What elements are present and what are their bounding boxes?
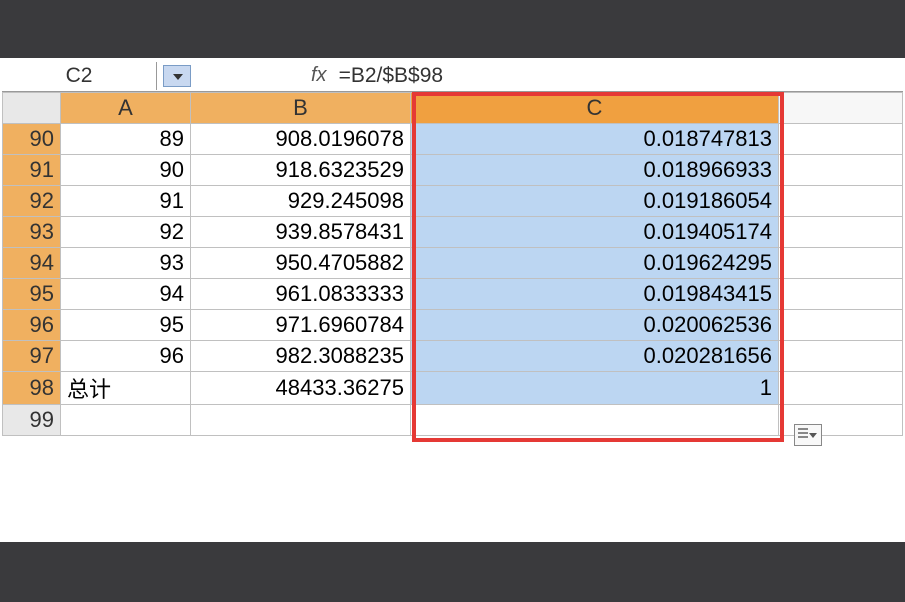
table-row[interactable]: 98 总计 48433.36275 1 (3, 372, 903, 405)
fx-icon[interactable]: fx (311, 64, 327, 87)
cell-C[interactable]: 0.019843415 (411, 279, 779, 310)
spreadsheet-grid[interactable]: A B C 90 89 908.0196078 0.018747813 91 9… (2, 92, 903, 436)
cell-B[interactable]: 929.245098 (191, 186, 411, 217)
row-header[interactable]: 90 (3, 124, 61, 155)
cell-A[interactable] (61, 405, 191, 436)
cell-B[interactable]: 939.8578431 (191, 217, 411, 248)
cell-B[interactable]: 950.4705882 (191, 248, 411, 279)
table-row[interactable]: 90 89 908.0196078 0.018747813 (3, 124, 903, 155)
titlebar-dark (0, 0, 905, 58)
cell-C[interactable]: 0.020281656 (411, 341, 779, 372)
formula-input[interactable] (337, 63, 903, 89)
statusbar-dark (0, 542, 905, 602)
cell-D[interactable] (779, 124, 903, 155)
cell-A[interactable]: 96 (61, 341, 191, 372)
cell-D[interactable] (779, 155, 903, 186)
cell-B[interactable]: 48433.36275 (191, 372, 411, 405)
cell-D[interactable] (779, 279, 903, 310)
col-header-C[interactable]: C (411, 93, 779, 124)
cell-C[interactable]: 0.020062536 (411, 310, 779, 341)
row-header[interactable]: 94 (3, 248, 61, 279)
cell-A[interactable]: 92 (61, 217, 191, 248)
table-row[interactable]: 93 92 939.8578431 0.019405174 (3, 217, 903, 248)
cell-A[interactable]: 94 (61, 279, 191, 310)
row-header[interactable]: 99 (3, 405, 61, 436)
cell-D[interactable] (779, 248, 903, 279)
row-header[interactable]: 93 (3, 217, 61, 248)
cell-B[interactable] (191, 405, 411, 436)
table-row-empty[interactable]: 99 (3, 405, 903, 436)
cell-B[interactable]: 982.3088235 (191, 341, 411, 372)
cell-C[interactable]: 0.019624295 (411, 248, 779, 279)
row-header[interactable]: 96 (3, 310, 61, 341)
select-all-corner[interactable] (3, 93, 61, 124)
row-header[interactable]: 92 (3, 186, 61, 217)
cell-A[interactable]: 89 (61, 124, 191, 155)
cell-B[interactable]: 908.0196078 (191, 124, 411, 155)
cell-D[interactable] (779, 310, 903, 341)
cell-A[interactable]: 90 (61, 155, 191, 186)
cell-B[interactable]: 961.0833333 (191, 279, 411, 310)
cell-A[interactable]: 91 (61, 186, 191, 217)
cell-A[interactable]: 93 (61, 248, 191, 279)
table-row[interactable]: 91 90 918.6323529 0.018966933 (3, 155, 903, 186)
formula-bar: C2 fx (2, 60, 903, 92)
row-header[interactable]: 97 (3, 341, 61, 372)
table-row[interactable]: 92 91 929.245098 0.019186054 (3, 186, 903, 217)
cell-D[interactable] (779, 372, 903, 405)
row-header[interactable]: 91 (3, 155, 61, 186)
name-box-dropdown[interactable] (163, 65, 191, 87)
cell-C[interactable]: 0.018747813 (411, 124, 779, 155)
col-header-A[interactable]: A (61, 93, 191, 124)
cell-D[interactable] (779, 217, 903, 248)
name-box[interactable]: C2 (2, 62, 157, 90)
cell-A[interactable]: 95 (61, 310, 191, 341)
autofill-options-icon[interactable] (794, 424, 822, 446)
cell-B[interactable]: 918.6323529 (191, 155, 411, 186)
table-row[interactable]: 94 93 950.4705882 0.019624295 (3, 248, 903, 279)
cell-C[interactable] (411, 405, 779, 436)
cell-C[interactable]: 0.019405174 (411, 217, 779, 248)
cell-D[interactable] (779, 186, 903, 217)
col-header-B[interactable]: B (191, 93, 411, 124)
cell-C[interactable]: 0.019186054 (411, 186, 779, 217)
cell-A-total[interactable]: 总计 (61, 372, 191, 405)
table-row[interactable]: 95 94 961.0833333 0.019843415 (3, 279, 903, 310)
cell-B[interactable]: 971.6960784 (191, 310, 411, 341)
row-header[interactable]: 95 (3, 279, 61, 310)
cell-C[interactable]: 0.018966933 (411, 155, 779, 186)
cell-C[interactable]: 1 (411, 372, 779, 405)
col-header-D[interactable] (779, 93, 903, 124)
table-row[interactable]: 96 95 971.6960784 0.020062536 (3, 310, 903, 341)
table-row[interactable]: 97 96 982.3088235 0.020281656 (3, 341, 903, 372)
row-header[interactable]: 98 (3, 372, 61, 405)
cell-D[interactable] (779, 341, 903, 372)
spreadsheet-area: C2 fx A B C 90 89 908.0196078 0.01874781… (0, 58, 905, 438)
